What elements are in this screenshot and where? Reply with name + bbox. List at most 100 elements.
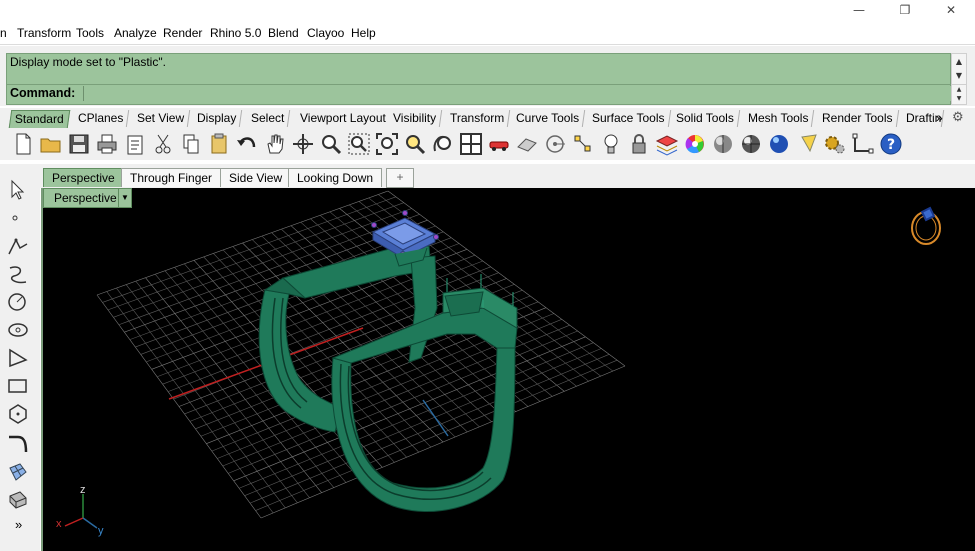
polygon-icon[interactable] <box>6 402 30 426</box>
options-gears-icon[interactable] <box>822 131 848 157</box>
new-file-icon[interactable] <box>10 131 36 157</box>
more-tools-icon[interactable]: » <box>15 517 22 532</box>
copy-icon[interactable] <box>178 131 204 157</box>
named-views-icon[interactable] <box>514 131 540 157</box>
left-toolbar: » <box>0 170 40 551</box>
menu-item-analyze[interactable]: Analyze <box>114 26 157 40</box>
color-wheel-icon[interactable] <box>682 131 708 157</box>
perspective-viewport[interactable]: z x y Perspective ▼ <box>41 188 975 551</box>
lock-icon[interactable] <box>626 131 652 157</box>
grid-line <box>244 348 602 496</box>
add-viewport-button[interactable]: + <box>386 168 414 188</box>
tab-perspective[interactable]: Perspective <box>43 168 124 187</box>
rotate-view-icon[interactable] <box>290 131 316 157</box>
more-tabs-icon[interactable]: » <box>936 111 943 125</box>
menu-item-render[interactable]: Render <box>163 26 202 40</box>
select-arrow-icon[interactable] <box>6 178 30 202</box>
tab-through-finger[interactable]: Through Finger <box>121 168 222 187</box>
tab-surface-tools[interactable]: Surface Tools <box>586 110 671 127</box>
camera-car-icon[interactable] <box>486 131 512 157</box>
menu-item-blend[interactable]: Blend <box>268 26 299 40</box>
x-axis-label: x <box>56 518 62 530</box>
shaded-sphere-icon[interactable] <box>710 131 736 157</box>
zoom-selected-icon[interactable] <box>402 131 428 157</box>
tab-set-view[interactable]: Set View <box>131 110 191 127</box>
menu-item-clayoo[interactable]: Clayoo <box>307 26 344 40</box>
cmd-down-icon[interactable]: ▼ <box>952 94 966 103</box>
tab-visibility[interactable]: Visibility <box>387 110 443 127</box>
select-points-icon[interactable] <box>570 131 596 157</box>
zoom-icon[interactable] <box>318 131 344 157</box>
y-axis-label: y <box>98 525 104 537</box>
print-icon[interactable] <box>94 131 120 157</box>
layers-icon[interactable] <box>654 131 680 157</box>
command-history-text: Display mode set to "Plastic". <box>10 55 166 69</box>
menu-item-rhino[interactable]: Rhino 5.0 <box>210 26 261 40</box>
cmd-up-icon[interactable]: ▲ <box>952 85 966 94</box>
light-bulb-icon[interactable] <box>598 131 624 157</box>
cut-icon[interactable] <box>150 131 176 157</box>
tab-cplanes[interactable]: CPlanes <box>72 110 130 127</box>
standard-toolbar: ? <box>0 128 975 160</box>
history-scrollbar[interactable]: ▲ ▼ <box>951 53 967 85</box>
command-scrollbar[interactable]: ▲ ▼ <box>951 84 967 105</box>
fillet-curve-icon[interactable] <box>6 432 30 456</box>
tab-transform[interactable]: Transform <box>444 110 511 127</box>
solid-icon[interactable] <box>6 488 30 512</box>
close-button[interactable]: ✕ <box>928 0 974 22</box>
viewport-scene: z x y <box>56 190 941 537</box>
open-folder-icon[interactable] <box>38 131 64 157</box>
z-axis-label: z <box>80 484 86 496</box>
menu-item-help[interactable]: Help <box>351 26 376 40</box>
tab-standard[interactable]: Standard <box>8 110 70 128</box>
arc-icon[interactable] <box>6 346 30 370</box>
scroll-up-icon[interactable]: ▲ <box>952 56 966 68</box>
four-viewports-icon[interactable] <box>458 131 484 157</box>
menu-item-tools[interactable]: Tools <box>76 26 104 40</box>
menu-bar: n Transform Tools Analyze Render Rhino 5… <box>0 22 975 45</box>
menu-item-transform[interactable]: Transform <box>17 26 71 40</box>
y-axis-line <box>422 399 449 437</box>
tab-render-tools[interactable]: Render Tools <box>816 110 899 127</box>
rendered-sphere-icon[interactable] <box>738 131 764 157</box>
svg-text:?: ? <box>887 137 895 153</box>
gumball-icon[interactable] <box>850 131 876 157</box>
minimize-button[interactable]: — <box>836 0 882 22</box>
point-icon[interactable] <box>6 206 30 230</box>
zoom-window-icon[interactable] <box>346 131 372 157</box>
command-input[interactable] <box>83 86 954 101</box>
tab-side-view[interactable]: Side View <box>220 168 292 187</box>
render-sphere-icon[interactable] <box>766 131 792 157</box>
surface-icon[interactable] <box>6 460 30 484</box>
tab-select[interactable]: Select <box>245 110 291 127</box>
tab-viewport-layout[interactable]: Viewport Layout <box>294 110 393 127</box>
gear-icon[interactable]: ⚙ <box>952 109 964 125</box>
spotlight-icon[interactable] <box>796 131 822 157</box>
pan-hand-icon[interactable] <box>262 131 288 157</box>
help-icon[interactable]: ? <box>878 131 904 157</box>
tab-mesh-tools[interactable]: Mesh Tools <box>742 110 815 127</box>
viewport-dropdown-icon[interactable]: ▼ <box>118 188 132 208</box>
menu-item-partial[interactable]: n <box>0 26 7 40</box>
rectangle-icon[interactable] <box>6 374 30 398</box>
paste-icon[interactable] <box>206 131 232 157</box>
tab-looking-down[interactable]: Looking Down <box>288 168 383 187</box>
zoom-extents-icon[interactable] <box>374 131 400 157</box>
circle-icon[interactable] <box>6 290 30 314</box>
polyline-icon[interactable] <box>6 234 30 258</box>
osnap-icon[interactable] <box>542 131 568 157</box>
undo-view-icon[interactable] <box>430 131 456 157</box>
tab-curve-tools[interactable]: Curve Tools <box>510 110 586 127</box>
save-icon[interactable] <box>66 131 92 157</box>
world-axis-icon: z x y <box>56 484 104 537</box>
scroll-down-icon[interactable]: ▼ <box>952 70 966 82</box>
curve-icon[interactable] <box>6 262 30 286</box>
restore-button[interactable]: ❐ <box>882 0 928 22</box>
undo-icon[interactable] <box>234 131 260 157</box>
tab-display[interactable]: Display <box>191 110 243 127</box>
title-bar: — ❐ ✕ <box>0 0 975 22</box>
ellipse-icon[interactable] <box>6 318 30 342</box>
properties-icon[interactable] <box>122 131 148 157</box>
tab-solid-tools[interactable]: Solid Tools <box>670 110 741 127</box>
viewport-tab-bar: Perspective Through Finger Side View Loo… <box>0 164 975 188</box>
